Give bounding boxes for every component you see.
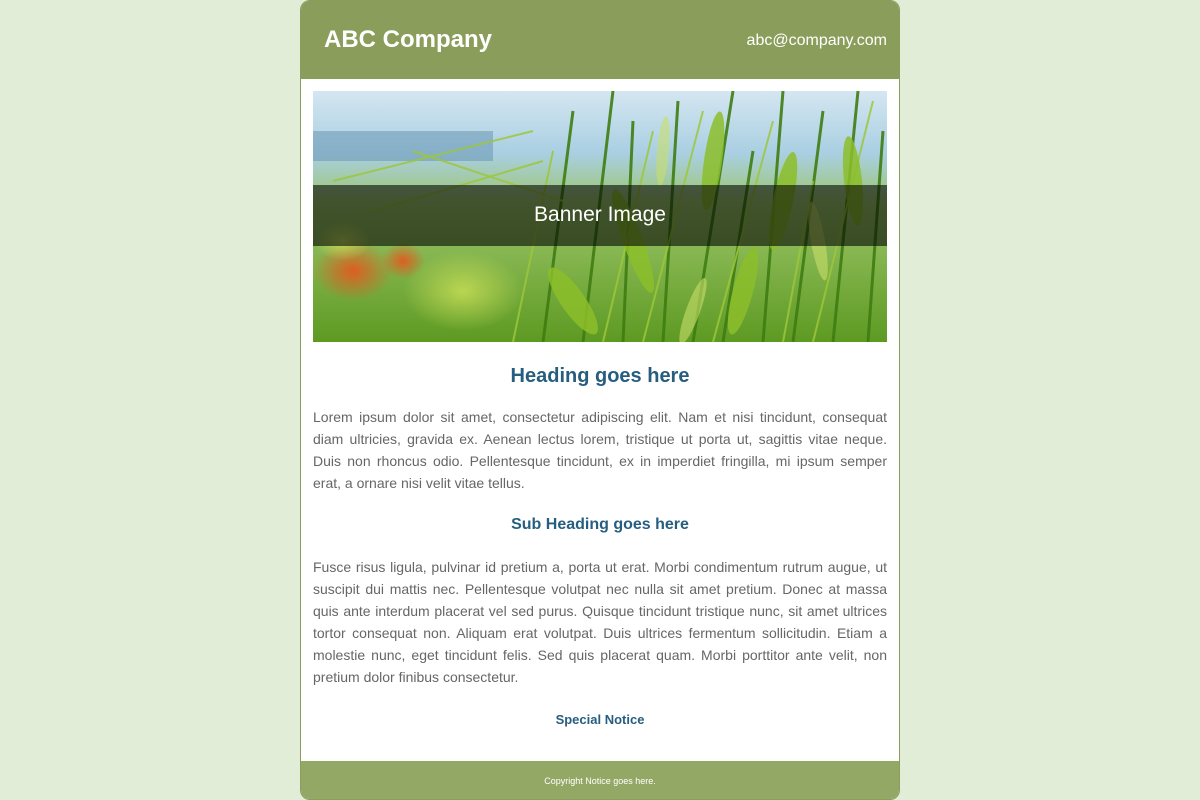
intro-paragraph: Lorem ipsum dolor sit amet, consectetur …	[313, 409, 887, 491]
banner-label: Banner Image	[534, 203, 666, 226]
copyright-notice: Copyright Notice goes here.	[544, 776, 656, 786]
email-header: ABC Company abc@company.com	[301, 1, 899, 79]
body-paragraph: Fusce risus ligula, pulvinar id pretium …	[313, 559, 887, 685]
email-address-link[interactable]: abc@company.com	[747, 32, 887, 50]
company-name: ABC Company	[324, 26, 493, 53]
sub-heading: Sub Heading goes here	[511, 516, 689, 533]
email-template: ABC Company abc@company.com Banner Image…	[300, 0, 900, 800]
banner-image: Banner Image	[313, 91, 887, 342]
special-notice: Special Notice	[555, 712, 645, 727]
main-heading: Heading goes here	[510, 365, 690, 387]
email-footer: Copyright Notice goes here.	[301, 761, 899, 799]
